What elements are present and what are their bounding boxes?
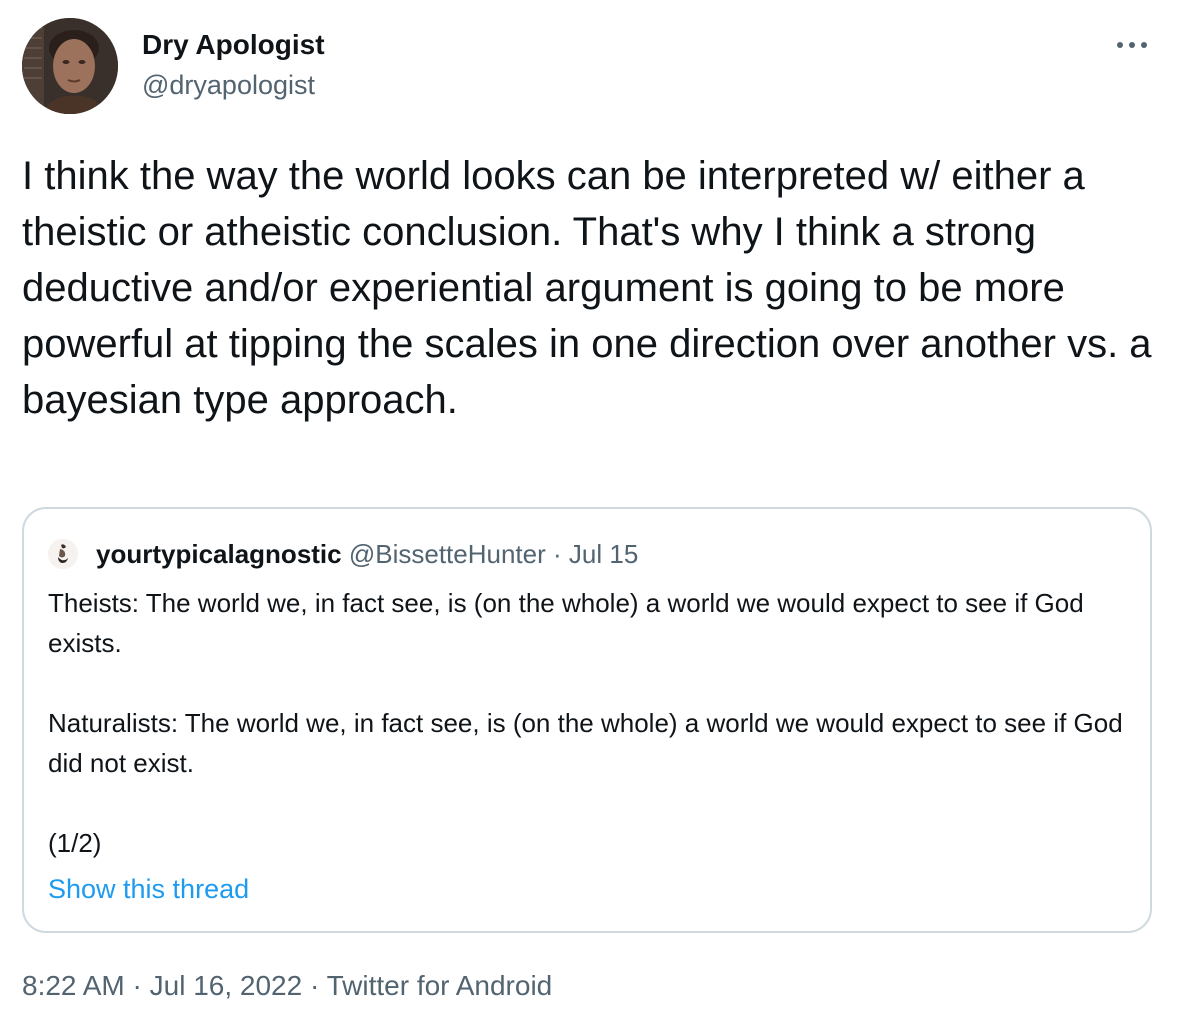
quoted-author-name[interactable]: yourtypicalagnostic — [96, 539, 342, 569]
quoted-profile-photo-icon — [48, 539, 78, 569]
tweet-source[interactable]: Twitter for Android — [327, 970, 553, 1001]
tweet-metadata: 8:22 AM · Jul 16, 2022 · Twitter for And… — [22, 968, 552, 1004]
quoted-author-avatar[interactable] — [48, 539, 78, 569]
more-horizontal-icon — [1117, 42, 1147, 48]
meta-separator: · — [132, 970, 142, 1001]
show-thread-link[interactable]: Show this thread — [48, 871, 249, 907]
more-options-button[interactable] — [1112, 30, 1152, 60]
quoted-author-handle[interactable]: @BissetteHunter — [349, 539, 546, 569]
quoted-date[interactable]: Jul 15 — [569, 539, 638, 569]
quoted-tweet-header: yourtypicalagnostic @BissetteHunter · Ju… — [96, 537, 638, 571]
tweet-time[interactable]: 8:22 AM — [22, 970, 125, 1001]
quoted-tweet-text: Theists: The world we, in fact see, is (… — [48, 588, 1123, 858]
quoted-tweet-card[interactable]: yourtypicalagnostic @BissetteHunter · Ju… — [22, 507, 1152, 933]
author-handle[interactable]: @dryapologist — [142, 68, 315, 102]
meta-separator: · — [309, 970, 320, 1001]
tweet-text: I think the way the world looks can be i… — [22, 154, 1163, 422]
quoted-separator: · — [553, 539, 562, 569]
profile-photo-icon — [22, 18, 118, 114]
author-avatar[interactable] — [22, 18, 118, 114]
author-display-name[interactable]: Dry Apologist — [142, 28, 325, 62]
tweet-date[interactable]: Jul 16, 2022 — [150, 970, 303, 1001]
tweet: Dry Apologist @dryapologist I think the … — [0, 0, 1180, 1018]
